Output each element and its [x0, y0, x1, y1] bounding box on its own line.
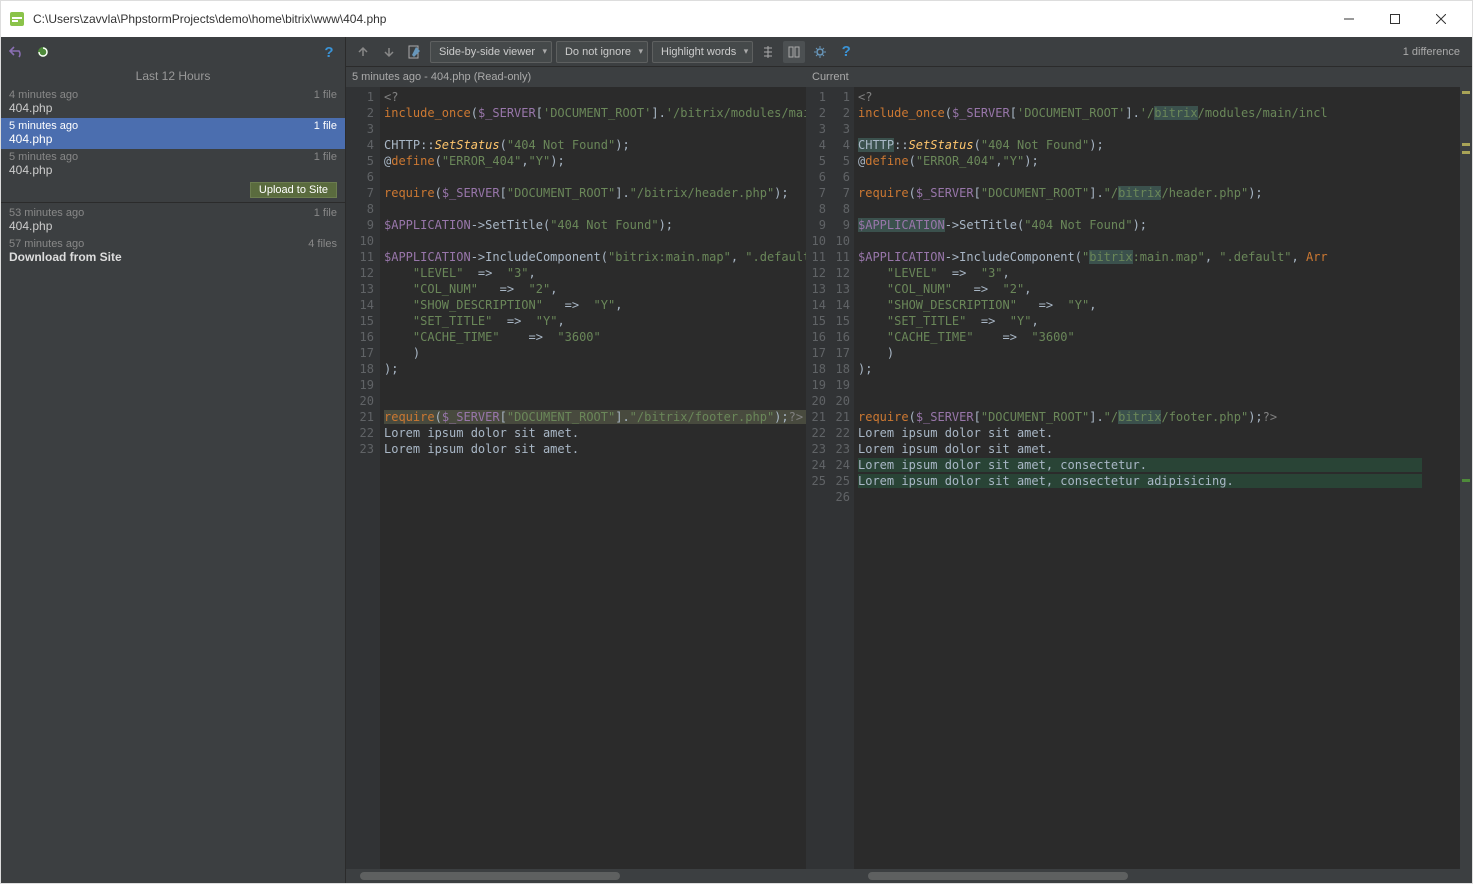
- horizontal-scrollbar[interactable]: [346, 869, 1472, 883]
- ignore-dropdown[interactable]: Do not ignore: [556, 41, 648, 63]
- minimize-button[interactable]: [1326, 4, 1372, 34]
- diff-count: 1 difference: [1403, 46, 1466, 58]
- help-icon[interactable]: ?: [835, 41, 857, 63]
- help-icon[interactable]: ?: [319, 42, 339, 62]
- error-stripe[interactable]: [1460, 87, 1472, 869]
- history-item[interactable]: 53 minutes ago1 file404.php: [1, 205, 345, 236]
- app-icon: [9, 11, 25, 27]
- left-gutter: 1 2 3 4 5 6 7 8 9 10 11 12 13 14 15 16 1…: [346, 87, 380, 869]
- prev-diff-icon[interactable]: [352, 41, 374, 63]
- maximize-button[interactable]: [1372, 4, 1418, 34]
- diff-toolbar: Side-by-side viewer Do not ignore Highli…: [346, 37, 1472, 67]
- history-sidebar: ? Last 12 Hours 4 minutes ago1 file404.p…: [1, 37, 346, 883]
- refresh-icon[interactable]: [33, 42, 53, 62]
- left-pane: 1 2 3 4 5 6 7 8 9 10 11 12 13 14 15 16 1…: [346, 87, 806, 869]
- gear-icon[interactable]: [809, 41, 831, 63]
- history-item[interactable]: 4 minutes ago1 file404.php: [1, 87, 345, 118]
- undo-icon[interactable]: [7, 42, 27, 62]
- history-list: 4 minutes ago1 file404.php5 minutes ago1…: [1, 87, 345, 883]
- right-pane-title: Current: [806, 67, 1472, 87]
- next-diff-icon[interactable]: [378, 41, 400, 63]
- sync-scroll-icon[interactable]: [783, 41, 805, 63]
- mid-gutter: 1 2 3 4 5 6 7 8 9 10 11 12 13 14 15 16 1…: [806, 87, 854, 869]
- right-pane: <? include_once($_SERVER['DOCUMENT_ROOT'…: [854, 87, 1472, 869]
- history-item[interactable]: 5 minutes ago1 file404.php: [1, 118, 345, 149]
- left-pane-title: 5 minutes ago - 404.php (Read-only): [346, 67, 806, 87]
- titlebar[interactable]: C:\Users\zavvla\PhpstormProjects\demo\ho…: [1, 1, 1472, 37]
- window-title: C:\Users\zavvla\PhpstormProjects\demo\ho…: [33, 12, 1326, 26]
- right-code[interactable]: <? include_once($_SERVER['DOCUMENT_ROOT'…: [854, 87, 1460, 869]
- history-item[interactable]: 5 minutes ago1 file404.php: [1, 149, 345, 180]
- highlight-dropdown[interactable]: Highlight words: [652, 41, 753, 63]
- close-button[interactable]: [1418, 4, 1464, 34]
- diff-header: 5 minutes ago - 404.php (Read-only) Curr…: [346, 67, 1472, 87]
- history-header: Last 12 Hours: [1, 67, 345, 87]
- collapse-icon[interactable]: [757, 41, 779, 63]
- history-item[interactable]: 57 minutes ago4 filesDownload from Site: [1, 236, 345, 267]
- left-code[interactable]: <? include_once($_SERVER['DOCUMENT_ROOT'…: [380, 87, 806, 869]
- edit-source-icon[interactable]: [404, 41, 426, 63]
- upload-badge: Upload to Site: [250, 182, 337, 198]
- viewer-mode-dropdown[interactable]: Side-by-side viewer: [430, 41, 552, 63]
